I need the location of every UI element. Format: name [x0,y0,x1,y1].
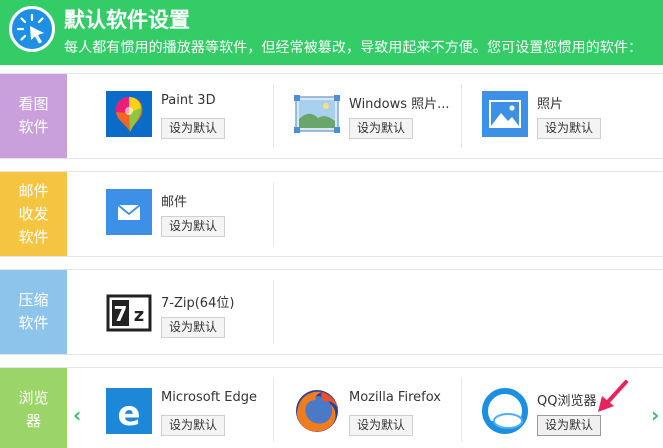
app-name: Paint 3D [161,93,216,108]
firefox-icon [294,388,340,434]
category-tab-browser[interactable]: 浏览器 [0,368,67,448]
app-logo-icon [9,6,55,52]
app-item-firefox: Mozilla Firefox 设为默认 [294,388,474,448]
app-name: Microsoft Edge [161,390,258,405]
svg-text:7: 7 [114,302,128,326]
app-item-edge: e Microsoft Edge 设为默认 [106,388,286,448]
category-label: 看图软件 [18,95,49,136]
app-item-paint-3d: Paint 3D 设为默认 [106,91,286,161]
app-item-mail: 邮件 设为默认 [106,189,286,259]
category-label: 压缩软件 [18,291,49,332]
set-default-button[interactable]: 设为默认 [161,317,226,338]
set-default-button[interactable]: 设为默认 [161,415,226,436]
set-default-button[interactable]: 设为默认 [349,415,414,436]
mail-icon [106,189,152,235]
next-arrow-icon[interactable]: › [651,403,659,427]
paint-3d-icon [106,91,152,137]
category-tab-image-viewer[interactable]: 看图软件 [0,74,67,158]
pointer-arrow-icon [598,380,628,412]
app-name: QQ浏览器 [537,394,597,409]
category-row-compression: 压缩软件 7 z 7-Zip(64位) 设为默认 [0,269,663,355]
app-name: 7-Zip(64位) [161,296,235,311]
category-row-mail: 邮件收发软件 邮件 设为默认 [0,171,663,257]
prev-arrow-icon[interactable]: ‹ [73,403,81,427]
page-description: 每人都有惯用的播放器等软件，但经常被篡改，导致用起来不方便。您可设置您惯用的软件… [64,40,643,56]
app-name: Mozilla Firefox [349,390,441,405]
svg-text:z: z [134,305,144,326]
app-name: 邮件 [161,195,188,210]
category-row-image-viewer: 看图软件 Paint 3D 设为默认 Windows 照片... 设为默认 照片… [0,73,663,159]
app-item-windows-photos: Windows 照片... 设为默认 [294,91,474,161]
set-default-button[interactable]: 设为默认 [161,216,226,237]
category-tab-mail[interactable]: 邮件收发软件 [0,172,67,256]
set-default-button[interactable]: 设为默认 [349,118,414,139]
set-default-button[interactable]: 设为默认 [537,415,602,436]
app-item-7zip: 7 z 7-Zip(64位) 设为默认 [106,290,286,360]
edge-icon: e [106,388,152,434]
category-label: 浏览器 [18,389,49,430]
windows-photos-icon [294,91,340,137]
app-name: 照片 [537,97,564,112]
qq-browser-icon [482,388,528,434]
app-item-photos: 照片 设为默认 [482,91,662,161]
app-item-qq-browser: QQ浏览器 设为默认 [482,388,662,448]
page-title: 默认软件设置 [64,8,190,32]
photos-icon [482,91,528,137]
svg-text:e: e [117,394,140,434]
app-name: Windows 照片... [349,97,450,112]
category-label: 邮件收发软件 [18,181,49,246]
set-default-button[interactable]: 设为默认 [537,118,602,139]
category-row-browser: 浏览器 e Microsoft Edge 设为默认 Mozilla Firefo… [0,367,663,448]
set-default-button[interactable]: 设为默认 [161,118,226,139]
category-tab-compression[interactable]: 压缩软件 [0,270,67,354]
7zip-icon: 7 z [106,290,152,336]
header-bar: 默认软件设置 每人都有惯用的播放器等软件，但经常被篡改，导致用起来不方便。您可设… [0,0,663,65]
